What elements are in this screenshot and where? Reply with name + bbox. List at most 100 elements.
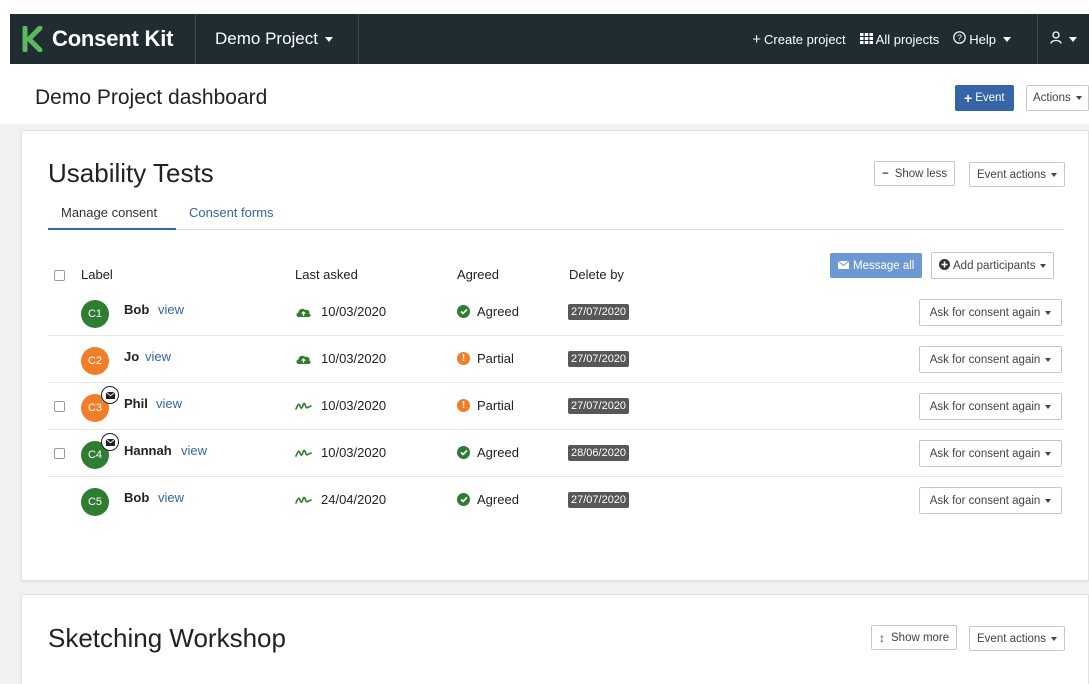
delete-by-badge: 27/07/2020 [568,492,630,508]
consent-status: Agreed [477,492,519,507]
chevron-down-icon [1045,404,1052,409]
create-project-link[interactable]: + Create project [752,31,845,48]
last-asked-date: 24/04/2020 [321,492,387,507]
event-actions-dropdown[interactable]: Event actions [969,162,1066,187]
signature-icon [295,494,312,509]
user-menu[interactable] [1037,14,1089,64]
event-title: Usability Tests [48,158,214,188]
view-link[interactable]: view [156,396,182,411]
active-tab-indicator [48,228,176,230]
exclamation-circle-icon: ! [457,352,470,365]
view-link[interactable]: view [158,302,184,317]
consent-kit-logo-icon [22,26,44,52]
ask-for-consent-again-dropdown[interactable]: Ask for consent again [919,393,1062,420]
select-all-checkbox[interactable] [54,270,65,281]
consent-status: Partial [477,351,514,366]
view-link[interactable]: view [145,349,171,364]
ask-for-consent-again-label: Ask for consent again [929,306,1041,319]
envelope-icon [101,433,119,451]
chevron-down-icon [1069,36,1077,42]
chevron-down-icon [1051,172,1058,177]
delete-by-badge: 27/07/2020 [568,351,630,367]
view-link[interactable]: view [181,443,207,458]
show-more-button[interactable]: ↕ Show more [871,625,958,650]
delete-by-badge: 27/07/2020 [568,304,630,320]
show-less-button[interactable]: − Show less [874,161,956,186]
event-tabs: Manage consent Consent forms [48,201,1064,230]
column-header-agreed: Agreed [457,267,499,282]
envelope-icon [101,386,119,404]
show-more-label: Show more [891,631,950,644]
ask-for-consent-again-dropdown[interactable]: Ask for consent again [919,487,1062,514]
plus-icon: + [964,90,973,106]
expand-vertical-icon: ↕ [879,630,885,645]
view-link[interactable]: view [158,490,184,505]
row-checkbox[interactable] [54,401,65,412]
table-row: C3 Phil view 10/03/2020 ! Partial 27/07/… [48,383,1064,430]
table-header: Label Last asked Agreed Delete by [48,265,1064,291]
event-actions-dropdown[interactable]: Event actions [969,626,1066,651]
page-title: Demo Project dashboard [35,86,268,109]
help-label: Help [969,31,996,47]
exclamation-circle-icon: ! [457,399,470,412]
participant-name: Bob [124,490,150,505]
add-event-button[interactable]: + Event [955,85,1014,111]
ask-for-consent-again-dropdown[interactable]: Ask for consent again [919,440,1062,467]
table-row: C1 Bob view 10/03/2020 Agreed 27/07/2020… [48,289,1064,336]
consent-status: Agreed [477,304,519,319]
show-less-label: Show less [894,167,948,180]
brand[interactable]: Consent Kit [10,14,195,64]
all-projects-label: All projects [875,31,940,47]
chevron-down-icon [1051,636,1058,641]
consent-status: Agreed [477,445,519,460]
tab-manage-consent[interactable]: Manage consent [61,205,157,220]
event-card-sketching-workshop: Sketching Workshop ↕ Show more Event act… [21,594,1089,684]
delete-by-badge: 27/07/2020 [568,398,630,414]
event-title: Sketching Workshop [48,623,286,653]
help-menu[interactable]: ? Help [953,30,1011,48]
table-row: C4 Hannah view 10/03/2020 Agreed 28/06/2… [48,430,1064,477]
project-switcher[interactable]: Demo Project [215,14,333,64]
consent-status: Partial [477,398,514,413]
ask-for-consent-again-label: Ask for consent again [929,494,1041,507]
last-asked-date: 10/03/2020 [321,445,387,460]
tab-consent-forms[interactable]: Consent forms [189,205,274,220]
question-circle-icon: ? [953,30,967,48]
ask-for-consent-again-dropdown[interactable]: Ask for consent again [919,346,1062,373]
delete-by-badge: 28/06/2020 [568,445,630,461]
cloud-upload-icon [295,353,312,368]
avatar: C2 [81,347,109,375]
nav-divider [358,14,359,64]
ask-for-consent-again-dropdown[interactable]: Ask for consent again [919,299,1062,326]
event-actions-label: Event actions [977,168,1047,181]
last-asked-date: 10/03/2020 [321,398,387,413]
chevron-down-icon [1003,36,1011,42]
check-circle-icon [457,493,470,506]
ask-for-consent-again-label: Ask for consent again [929,400,1041,413]
chevron-down-icon [1045,310,1052,315]
actions-label: Actions [1033,92,1071,104]
nav-right: + Create project All projects ? Help [752,14,1089,64]
column-header-label: Label [81,267,113,282]
table-row: C5 Bob view 24/04/2020 Agreed 27/07/2020… [48,477,1064,524]
column-header-delete-by: Delete by [569,267,624,282]
row-checkbox[interactable] [54,448,65,459]
avatar: C5 [81,488,109,516]
chevron-down-icon [324,36,333,42]
avatar: C1 [81,300,109,328]
chevron-down-icon [1075,96,1082,100]
last-asked-date: 10/03/2020 [321,304,387,319]
brand-name: Consent Kit [52,26,174,51]
signature-icon [295,447,312,462]
check-circle-icon [457,446,470,459]
add-event-label: Event [975,92,1005,104]
actions-dropdown[interactable]: Actions [1026,85,1089,111]
check-circle-icon [457,305,470,318]
nav-divider [195,14,196,64]
all-projects-link[interactable]: All projects [859,31,940,48]
create-project-label: Create project [764,31,846,47]
column-header-last-asked: Last asked [295,267,358,282]
project-switcher-label: Demo Project [215,29,318,48]
event-actions-label: Event actions [977,632,1047,645]
ask-for-consent-again-label: Ask for consent again [929,353,1041,366]
